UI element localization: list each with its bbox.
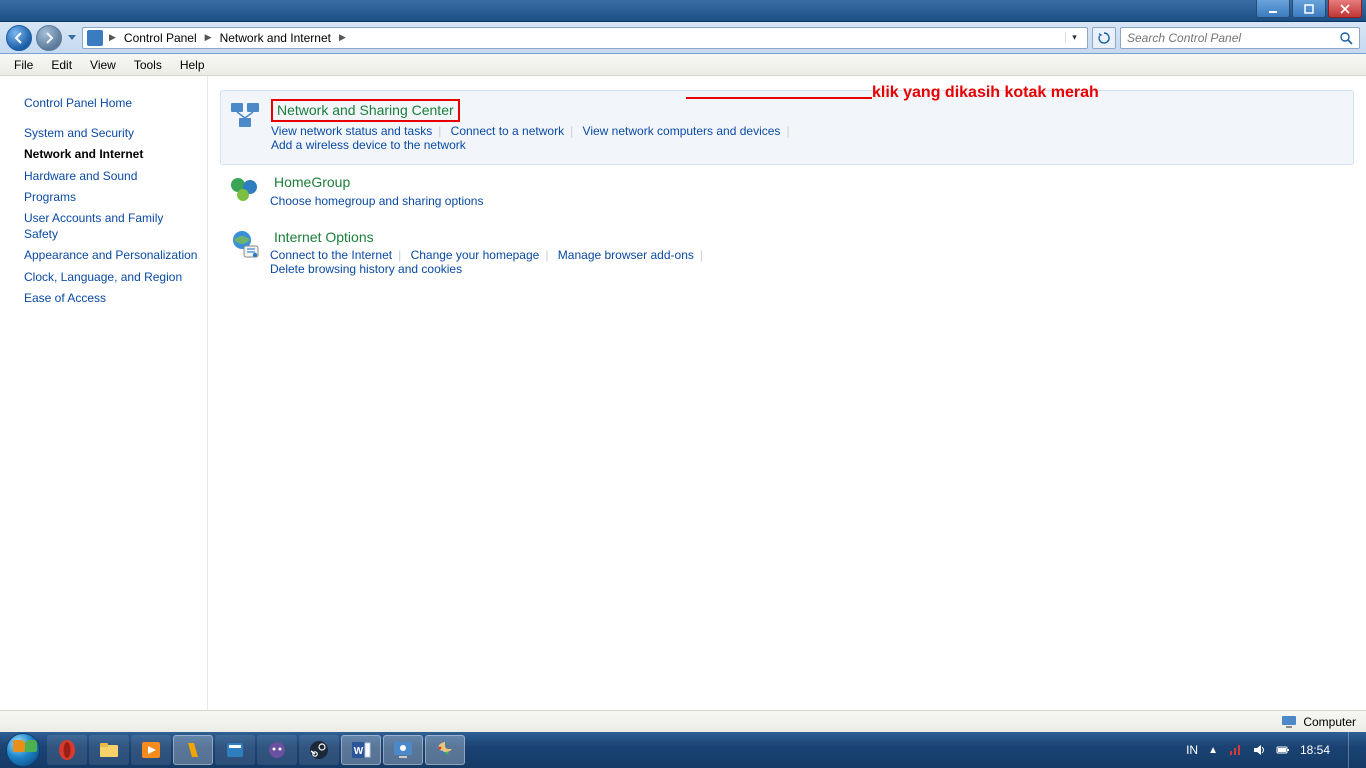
menu-tools[interactable]: Tools — [126, 56, 170, 74]
search-input[interactable] — [1127, 31, 1339, 45]
link-connect-network[interactable]: Connect to a network — [451, 124, 564, 138]
menu-file[interactable]: File — [6, 56, 41, 74]
chevron-right-icon[interactable]: ▶ — [203, 32, 214, 43]
taskbar-mediaplayer[interactable] — [131, 735, 171, 765]
system-tray: IN ▲ 18:54 — [1186, 732, 1358, 768]
back-button[interactable] — [6, 25, 32, 51]
group-title-homegroup[interactable]: HomeGroup — [270, 173, 354, 192]
status-bar: Computer — [0, 710, 1366, 732]
address-bar[interactable]: ▶ Control Panel ▶ Network and Internet ▶… — [82, 27, 1088, 49]
sidebar-home[interactable]: Control Panel Home — [24, 95, 199, 111]
taskbar-opera[interactable] — [47, 735, 87, 765]
sidebar-item-hardware-sound[interactable]: Hardware and Sound — [24, 168, 199, 184]
group-links: Connect to the Internet| Change your hom… — [270, 248, 1338, 276]
minimize-button[interactable] — [1256, 0, 1290, 18]
group-links: View network status and tasks| Connect t… — [271, 124, 1337, 152]
breadcrumb-root[interactable]: Control Panel — [122, 31, 199, 45]
sidebar: Control Panel Home System and Security N… — [0, 76, 208, 710]
sidebar-item-ease-of-access[interactable]: Ease of Access — [24, 290, 199, 306]
taskbar-app-generic[interactable] — [215, 735, 255, 765]
taskbar-paint[interactable] — [425, 735, 465, 765]
main-panel: klik yang dikasih kotak merah Network an… — [208, 76, 1366, 710]
link-view-network-status[interactable]: View network status and tasks — [271, 124, 432, 138]
group-title-network-sharing[interactable]: Network and Sharing Center — [271, 99, 460, 122]
annotation-line — [686, 97, 872, 99]
link-homegroup-options[interactable]: Choose homegroup and sharing options — [270, 194, 483, 208]
chevron-right-icon[interactable]: ▶ — [107, 32, 118, 43]
tray-battery-icon[interactable] — [1276, 743, 1290, 757]
menu-help[interactable]: Help — [172, 56, 213, 74]
link-change-homepage[interactable]: Change your homepage — [411, 248, 540, 262]
computer-icon — [1281, 715, 1297, 729]
refresh-button[interactable] — [1092, 27, 1116, 49]
tray-language[interactable]: IN — [1186, 743, 1198, 757]
taskbar: W IN ▲ 18:54 — [0, 732, 1366, 768]
search-box[interactable] — [1120, 27, 1360, 49]
link-manage-addons[interactable]: Manage browser add-ons — [558, 248, 694, 262]
taskbar-winamp[interactable] — [173, 735, 213, 765]
taskbar-word[interactable]: W — [341, 735, 381, 765]
menu-edit[interactable]: Edit — [43, 56, 80, 74]
sidebar-item-network-internet[interactable]: Network and Internet — [24, 146, 199, 162]
taskbar-control-panel[interactable] — [383, 735, 423, 765]
tray-volume-icon[interactable] — [1252, 743, 1266, 757]
network-sharing-icon — [229, 99, 261, 131]
group-links: Choose homegroup and sharing options — [270, 194, 1338, 208]
tray-show-hidden-icon[interactable]: ▲ — [1208, 745, 1218, 756]
taskbar-steam[interactable] — [299, 735, 339, 765]
taskbar-pidgin[interactable] — [257, 735, 297, 765]
sidebar-item-appearance[interactable]: Appearance and Personalization — [24, 247, 199, 263]
sidebar-item-programs[interactable]: Programs — [24, 189, 199, 205]
search-icon — [1339, 31, 1353, 45]
annotation-text: klik yang dikasih kotak merah — [872, 84, 1099, 102]
group-internet-options: Internet Options Connect to the Internet… — [220, 220, 1354, 289]
svg-text:W: W — [354, 746, 364, 757]
content-area: Control Panel Home System and Security N… — [0, 76, 1366, 710]
menu-view[interactable]: View — [82, 56, 124, 74]
internet-options-icon — [228, 228, 260, 260]
group-title-internet-options[interactable]: Internet Options — [270, 228, 378, 247]
maximize-button[interactable] — [1292, 0, 1326, 18]
homegroup-icon — [228, 173, 260, 205]
group-network-sharing: Network and Sharing Center View network … — [220, 90, 1354, 165]
link-add-wireless-device[interactable]: Add a wireless device to the network — [271, 138, 466, 152]
sidebar-item-system-security[interactable]: System and Security — [24, 125, 199, 141]
sidebar-item-clock-language[interactable]: Clock, Language, and Region — [24, 269, 199, 285]
chevron-right-icon[interactable]: ▶ — [337, 32, 348, 43]
sidebar-item-user-accounts[interactable]: User Accounts and Family Safety — [24, 210, 199, 242]
window-buttons — [1252, 0, 1366, 18]
control-panel-icon — [87, 30, 103, 46]
link-view-network-computers[interactable]: View network computers and devices — [583, 124, 781, 138]
taskbar-explorer[interactable] — [89, 735, 129, 765]
navigation-bar: ▶ Control Panel ▶ Network and Internet ▶… — [0, 22, 1366, 54]
tray-clock[interactable]: 18:54 — [1300, 743, 1330, 757]
window-titlebar — [0, 0, 1366, 22]
link-connect-internet[interactable]: Connect to the Internet — [270, 248, 392, 262]
breadcrumb-sub[interactable]: Network and Internet — [218, 31, 333, 45]
forward-button[interactable] — [36, 25, 62, 51]
status-label: Computer — [1303, 715, 1356, 729]
show-desktop-button[interactable] — [1348, 732, 1358, 768]
tray-network-icon[interactable] — [1228, 743, 1242, 757]
nav-history-dropdown[interactable] — [66, 25, 78, 51]
address-dropdown[interactable]: ▾ — [1065, 32, 1083, 43]
link-delete-history[interactable]: Delete browsing history and cookies — [270, 262, 462, 276]
close-button[interactable] — [1328, 0, 1362, 18]
menu-bar: File Edit View Tools Help — [0, 54, 1366, 76]
group-homegroup: HomeGroup Choose homegroup and sharing o… — [220, 165, 1354, 220]
start-button[interactable] — [0, 732, 46, 768]
